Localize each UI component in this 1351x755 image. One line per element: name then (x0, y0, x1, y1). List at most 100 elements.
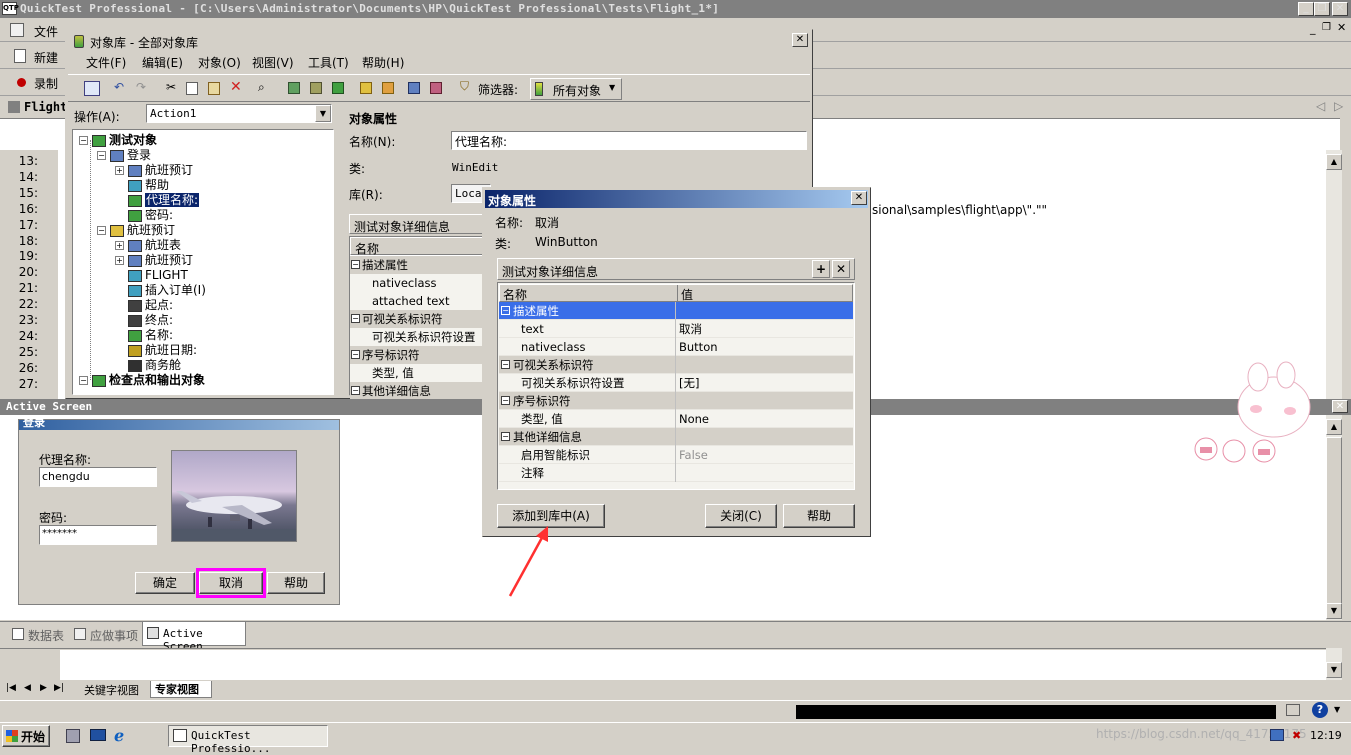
dialog-grid-row[interactable]: text 取消 (499, 320, 853, 338)
tree-node[interactable]: + 航班表 (115, 238, 181, 253)
repo-menu-view[interactable]: 视图(V) (252, 54, 294, 71)
lower-scrollbar[interactable]: ▼ (1326, 648, 1342, 680)
tree-node[interactable]: + 航班预订 (115, 253, 193, 268)
export-icon[interactable] (332, 82, 344, 94)
tree-node[interactable]: 终点: (115, 313, 173, 328)
repo-menu-object[interactable]: 对象(O) (198, 54, 241, 71)
mdi-minimize-icon[interactable]: _ (1310, 22, 1316, 35)
minimize-icon[interactable]: _ (1298, 2, 1314, 16)
action-chevron-down-icon[interactable]: ▼ (315, 105, 331, 122)
tree-leaf-spacer[interactable] (115, 271, 124, 280)
dialog-grid-group[interactable]: − 可视关系标识符 (499, 356, 853, 374)
copy-icon[interactable] (186, 82, 198, 95)
dialog-grid-group[interactable]: − 其他详细信息 (499, 428, 853, 446)
tree-node[interactable]: + 航班预订 (115, 163, 193, 178)
taskbar-task-qtp[interactable]: QuickTest Professio... (168, 725, 328, 755)
repo-grid-group[interactable]: − 序号标识符 (350, 346, 484, 364)
collapse-icon[interactable]: − (351, 350, 360, 359)
cut-icon[interactable]: ✂ (166, 80, 176, 94)
expand-toggle-icon[interactable]: + (115, 241, 124, 250)
repo-details-grid[interactable]: 名称 − 描述属性 nativeclass attached text − 可视关系标识符… (349, 236, 485, 400)
repo-grid-row[interactable]: 可视关系标识符设置 (350, 328, 484, 346)
tree-leaf-spacer[interactable] (115, 301, 124, 310)
nav-prev-icon[interactable]: ◀ (24, 683, 31, 693)
collapse-icon[interactable]: − (501, 306, 510, 315)
restore-icon[interactable]: ❐ (1314, 2, 1330, 16)
expand-toggle-icon[interactable]: − (97, 226, 106, 235)
dialog-grid-row[interactable]: 注释 (499, 464, 853, 482)
quicklaunch-ie-icon[interactable]: ℯ (114, 726, 124, 745)
tab-todo[interactable]: 应做事项 (90, 627, 138, 644)
tree-node[interactable]: 帮助 (115, 178, 169, 193)
collapse-icon[interactable]: − (351, 386, 360, 395)
tab-flight[interactable]: Flight (24, 100, 67, 114)
tree-leaf-spacer[interactable] (115, 361, 124, 370)
repo-close-icon[interactable]: ✕ (792, 33, 808, 47)
repo-menu-help[interactable]: 帮助(H) (362, 54, 404, 71)
quicklaunch-explorer-icon[interactable] (66, 729, 80, 743)
status-chevron-icon[interactable]: ▼ (1334, 705, 1340, 714)
nav-next-icon[interactable]: ▶ (40, 683, 47, 693)
add-object-icon[interactable] (288, 82, 300, 94)
as-scroll-up-icon[interactable]: ▲ (1326, 419, 1342, 435)
expand-toggle-icon[interactable]: + (115, 166, 124, 175)
close-icon[interactable]: ✕ (1332, 2, 1348, 16)
agent-input[interactable]: chengdu (39, 467, 157, 487)
tree-leaf-spacer[interactable] (115, 181, 124, 190)
undo-icon[interactable]: ↶ (114, 80, 124, 94)
tree-node[interactable]: − 航班预订 (97, 223, 175, 238)
collapse-icon[interactable]: − (501, 360, 510, 369)
tab-scroll-right-icon[interactable]: ▷ (1334, 99, 1343, 113)
highlight-icon[interactable] (360, 82, 372, 94)
redo-icon[interactable]: ↷ (136, 80, 146, 94)
tree-node[interactable]: 代理名称: (115, 193, 200, 208)
tree-leaf-spacer[interactable] (115, 346, 124, 355)
new-icon[interactable] (14, 49, 26, 63)
repo-name-input[interactable]: 代理名称: (451, 131, 807, 150)
tree-node[interactable]: − 登录 (97, 148, 151, 163)
collapse-icon[interactable]: − (501, 396, 510, 405)
repo-grid-group[interactable]: − 可视关系标识符 (350, 310, 484, 328)
login-help-button[interactable]: 帮助 (267, 572, 325, 594)
dialog-help-button[interactable]: 帮助 (783, 504, 855, 528)
repo-grid-group[interactable]: − 描述属性 (350, 256, 484, 274)
active-screen-scrollbar[interactable]: ▲ ▼ (1326, 415, 1342, 620)
repo-menu-file[interactable]: 文件(F) (86, 54, 126, 71)
repo-grid-group[interactable]: − 其他详细信息 (350, 382, 484, 400)
properties-icon[interactable] (430, 82, 442, 94)
navigate-icon[interactable] (84, 81, 100, 96)
paste-icon[interactable] (208, 82, 220, 95)
find-icon[interactable]: ⌕ (258, 80, 265, 95)
tab-expert-view-box[interactable]: 专家视图 (150, 681, 212, 698)
collapse-icon[interactable]: − (351, 314, 360, 323)
login-ok-button[interactable]: 确定 (135, 572, 195, 594)
collapse-icon[interactable]: − (351, 260, 360, 269)
mdi-close-icon[interactable]: ✕ (1337, 21, 1346, 34)
remove-property-icon[interactable]: ✕ (832, 260, 850, 278)
dialog-grid-row[interactable]: 类型, 值 None (499, 410, 853, 428)
scroll-up-icon[interactable]: ▲ (1326, 154, 1342, 170)
tab-keyword-view[interactable]: 关键字视图 (84, 682, 139, 698)
editor-scrollbar[interactable]: ▲ (1326, 150, 1342, 400)
tree-node[interactable]: 起点: (115, 298, 173, 313)
repo-grid-row[interactable]: attached text (350, 292, 484, 310)
expand-toggle-icon[interactable]: − (79, 376, 88, 385)
dialog-details-grid[interactable]: 名称 值 − 描述属性 text 取消 nativeclass Button − 可视关系标识… (497, 282, 855, 490)
expand-toggle-icon[interactable]: + (115, 256, 124, 265)
action-dropdown[interactable]: Action1 ▼ (146, 104, 332, 123)
tab-active-screen[interactable]: Active Screen (142, 622, 246, 653)
dialog-grid-group[interactable]: − 描述属性 (499, 302, 853, 320)
spy-icon[interactable] (408, 82, 420, 94)
repo-grid-row[interactable]: 类型, 值 (350, 364, 484, 382)
dialog-grid-row[interactable]: 可视关系标识符设置 [无] (499, 374, 853, 392)
repo-menu-edit[interactable]: 编辑(E) (142, 54, 183, 71)
delete-icon[interactable]: ✕ (230, 79, 242, 95)
as-scroll-down-icon[interactable]: ▼ (1326, 603, 1342, 619)
tree-node[interactable]: 名称: (115, 328, 173, 343)
new-button[interactable]: 新建 (34, 49, 58, 66)
dialog-close-button[interactable]: 关闭(C) (705, 504, 777, 528)
password-input[interactable]: ******* (39, 525, 157, 545)
filter-dropdown[interactable]: 所有对象 ▼ (530, 78, 622, 100)
tab-data-table[interactable]: 数据表 (28, 627, 64, 644)
repo-grid-row[interactable]: nativeclass (350, 274, 484, 292)
